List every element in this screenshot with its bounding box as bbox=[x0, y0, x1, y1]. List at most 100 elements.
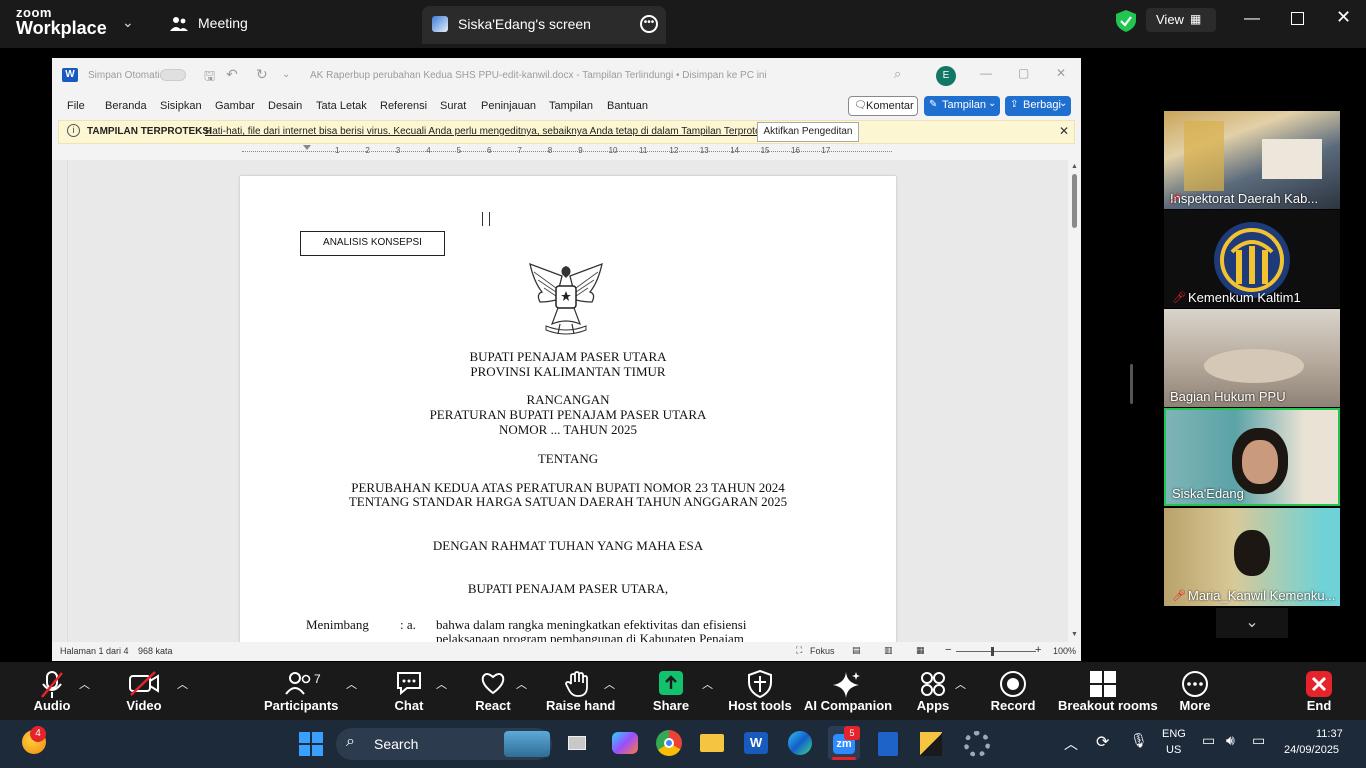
scroll-participants-down-icon[interactable]: ⌄ bbox=[1216, 608, 1288, 638]
notes-app-icon[interactable] bbox=[878, 732, 898, 756]
view-mode-button[interactable]: ✎ Tampilan ⌄ bbox=[924, 96, 1000, 116]
zoom-slider[interactable] bbox=[956, 651, 1036, 652]
autosave-toggle[interactable] bbox=[160, 69, 186, 81]
chat-options-chevron-icon[interactable]: ︿ bbox=[436, 676, 447, 692]
input-language[interactable]: ENG bbox=[1162, 728, 1186, 740]
read-mode-icon[interactable]: ▤ bbox=[852, 645, 861, 656]
participants-options-chevron-icon[interactable]: ︿ bbox=[346, 676, 357, 692]
record-button[interactable]: Record bbox=[990, 662, 1036, 720]
clock-date[interactable]: 24/09/2025 bbox=[1284, 744, 1339, 756]
video-button[interactable]: Video bbox=[114, 662, 174, 720]
task-view-icon[interactable] bbox=[568, 736, 586, 750]
settings-gear-icon[interactable] bbox=[964, 731, 990, 757]
copilot-icon[interactable] bbox=[612, 732, 638, 754]
clock-time[interactable]: 11:37 bbox=[1316, 728, 1343, 740]
word-count[interactable]: 968 kata bbox=[138, 646, 173, 656]
protected-view-message[interactable]: Hati-hati, file dari internet bisa beris… bbox=[205, 126, 776, 137]
react-button[interactable]: React bbox=[470, 662, 516, 720]
restore-icon[interactable] bbox=[1291, 12, 1304, 25]
page-count[interactable]: Halaman 1 dari 4 bbox=[60, 646, 129, 656]
user-avatar[interactable]: E bbox=[936, 66, 956, 86]
word-restore-icon[interactable]: ▢ bbox=[1018, 66, 1029, 80]
tab-file[interactable]: File bbox=[67, 100, 85, 112]
microphone-icon[interactable]: 🎙︎ bbox=[1130, 732, 1148, 749]
audio-button[interactable]: Audio bbox=[22, 662, 82, 720]
tab-referensi[interactable]: Referensi bbox=[380, 100, 427, 112]
close-window-icon[interactable]: ✕ bbox=[1336, 7, 1351, 28]
battery-icon[interactable]: ▭ bbox=[1252, 732, 1265, 749]
print-layout-icon[interactable]: ▥ bbox=[884, 645, 893, 656]
scroll-up-icon[interactable]: ▲ bbox=[1071, 163, 1078, 170]
react-options-chevron-icon[interactable]: ︿ bbox=[516, 676, 527, 692]
volume-icon[interactable]: 🔊︎ bbox=[1226, 732, 1235, 749]
tab-tampilan[interactable]: Tampilan bbox=[549, 100, 593, 112]
undo-icon[interactable]: ↶ bbox=[226, 66, 238, 83]
tab-beranda[interactable]: Beranda bbox=[105, 100, 147, 112]
video-tile[interactable]: Bagian Hukum PPU bbox=[1164, 309, 1340, 407]
search-icon[interactable]: ⌕ bbox=[894, 66, 901, 82]
sticky-notes-icon[interactable] bbox=[920, 732, 942, 756]
zoom-in-icon[interactable]: + bbox=[1035, 644, 1041, 656]
participants-button[interactable]: 7 Participants bbox=[264, 662, 338, 720]
save-icon[interactable]: 🖫 bbox=[204, 67, 215, 89]
tab-peninjauan[interactable]: Peninjauan bbox=[481, 100, 536, 112]
word-minimize-icon[interactable]: — bbox=[980, 66, 992, 80]
tray-chevron-up-icon[interactable]: ︿ bbox=[1064, 734, 1078, 754]
raise-hand-button[interactable]: Raise hand bbox=[546, 662, 615, 720]
document-page[interactable]: ANALISIS KONSEPSI BUPATI PENAJAM PASER U… bbox=[240, 176, 896, 646]
word-close-icon[interactable]: ✕ bbox=[1056, 66, 1066, 80]
apps-options-chevron-icon[interactable]: ︿ bbox=[955, 676, 966, 692]
file-explorer-icon[interactable] bbox=[700, 734, 724, 752]
zoom-app-tile[interactable]: zm 5 bbox=[828, 726, 860, 760]
zoom-out-icon[interactable]: − bbox=[945, 644, 951, 656]
video-tile[interactable]: Inspektorat Daerah Kab... 🎤︎ bbox=[1164, 111, 1340, 209]
video-tile[interactable]: Maria_Kanwil Kemenku... 🎤︎ bbox=[1164, 508, 1340, 606]
audio-options-chevron-icon[interactable]: ︿ bbox=[79, 676, 90, 692]
logo-chevron-down-icon[interactable]: ⌄ bbox=[122, 14, 134, 31]
end-meeting-button[interactable]: End bbox=[1296, 662, 1342, 720]
tab-tata-letak[interactable]: Tata Letak bbox=[316, 100, 367, 112]
view-button[interactable]: View ▦ bbox=[1146, 8, 1216, 32]
tab-bantuan[interactable]: Bantuan bbox=[607, 100, 648, 112]
enable-editing-button[interactable]: Aktifkan Pengeditan bbox=[757, 122, 859, 142]
scroll-thumb[interactable] bbox=[1072, 174, 1077, 228]
chrome-icon[interactable] bbox=[656, 730, 682, 756]
edge-icon[interactable] bbox=[788, 731, 812, 755]
breakout-rooms-button[interactable]: Breakout rooms bbox=[1058, 662, 1158, 720]
comment-button[interactable]: 🗨 Komentar bbox=[848, 96, 918, 116]
windows-start-icon[interactable] bbox=[299, 732, 323, 756]
video-tile[interactable]: Kemenkum Kaltim1 🎤︎ bbox=[1164, 210, 1340, 308]
tab-sisipkan[interactable]: Sisipkan bbox=[160, 100, 202, 112]
tab-gambar[interactable]: Gambar bbox=[215, 100, 255, 112]
chat-button[interactable]: Chat bbox=[386, 662, 432, 720]
panel-resize-handle[interactable] bbox=[1130, 364, 1133, 404]
scroll-down-icon[interactable]: ▼ bbox=[1071, 631, 1078, 638]
video-options-chevron-icon[interactable]: ︿ bbox=[177, 676, 188, 692]
redo-icon[interactable]: ↻ bbox=[256, 66, 268, 83]
apps-button[interactable]: Apps bbox=[910, 662, 956, 720]
share-options-chevron-icon[interactable]: ︿ bbox=[702, 676, 713, 692]
sync-icon[interactable]: ⟳ bbox=[1096, 732, 1109, 752]
zoom-percent[interactable]: 100% bbox=[1053, 646, 1076, 656]
video-tile-active[interactable]: Siska'Edang bbox=[1164, 408, 1340, 506]
share-screen-button[interactable]: Share bbox=[648, 662, 694, 720]
network-icon[interactable]: ▭ bbox=[1202, 732, 1215, 749]
host-tools-button[interactable]: Host tools bbox=[728, 662, 792, 720]
more-button[interactable]: More bbox=[1172, 662, 1218, 720]
tab-desain[interactable]: Desain bbox=[268, 100, 302, 112]
raise-hand-options-chevron-icon[interactable]: ︿ bbox=[604, 676, 615, 692]
word-app-icon[interactable]: W bbox=[744, 732, 768, 754]
screen-share-tab[interactable]: Siska'Edang's screen ••• bbox=[422, 6, 666, 44]
tab-surat[interactable]: Surat bbox=[440, 100, 466, 112]
customize-toolbar-icon[interactable]: ⌄ bbox=[282, 69, 290, 80]
input-region[interactable]: US bbox=[1166, 744, 1181, 756]
taskbar-search-box[interactable]: ⌕ Search bbox=[336, 728, 552, 760]
security-shield-icon[interactable] bbox=[1116, 10, 1136, 37]
zoom-slider-thumb[interactable] bbox=[991, 647, 994, 656]
more-options-icon[interactable]: ••• bbox=[640, 15, 658, 33]
ai-companion-button[interactable]: AI Companion bbox=[804, 662, 892, 720]
indent-marker-icon[interactable] bbox=[303, 145, 311, 155]
vertical-scrollbar[interactable]: ▲ ▼ bbox=[1068, 160, 1081, 642]
web-layout-icon[interactable]: ▦ bbox=[916, 645, 925, 656]
focus-button[interactable]: Fokus bbox=[810, 646, 835, 656]
